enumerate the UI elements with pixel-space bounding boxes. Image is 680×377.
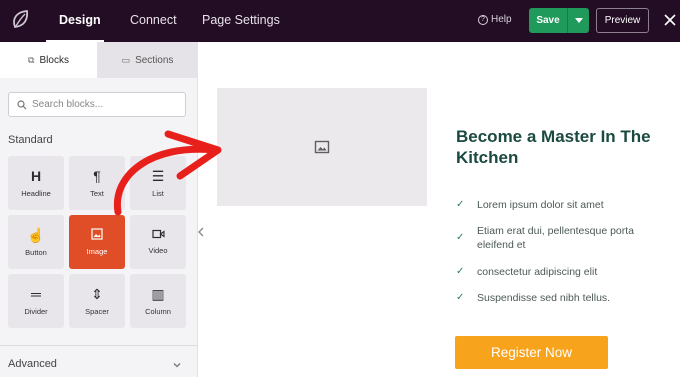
divider bbox=[0, 345, 198, 346]
sidebar-tab-sections[interactable]: ▭ Sections bbox=[97, 42, 198, 78]
check-icon: ✓ bbox=[456, 232, 465, 243]
chevron-down-icon[interactable] bbox=[172, 360, 182, 370]
block-label: Divider bbox=[24, 307, 48, 316]
tab-page-settings[interactable]: Page Settings bbox=[202, 13, 280, 27]
sidebar: ⧉ Blocks ▭ Sections Standard H Headline … bbox=[0, 42, 198, 377]
divider-icon: ═ bbox=[31, 286, 41, 302]
sections-icon: ▭ bbox=[121, 54, 131, 65]
list-item-text: Etiam erat dui, pellentesque porta eleif… bbox=[477, 225, 635, 251]
block-label: Column bbox=[145, 307, 171, 316]
paragraph-icon: ¶ bbox=[93, 168, 101, 184]
block-image[interactable]: Image bbox=[69, 215, 125, 269]
list-item: ✓ Lorem ipsum dolor sit amet bbox=[456, 198, 604, 212]
block-label: List bbox=[152, 189, 164, 198]
headline-icon: H bbox=[30, 168, 42, 184]
block-list[interactable]: ☰ List bbox=[130, 156, 186, 210]
save-button[interactable]: Save bbox=[529, 15, 567, 26]
register-now-button[interactable]: Register Now bbox=[455, 336, 608, 369]
help-label: Help bbox=[491, 14, 512, 25]
help-icon: ? bbox=[478, 14, 488, 25]
video-camera-icon bbox=[151, 229, 165, 239]
image-icon bbox=[91, 228, 103, 240]
sidebar-tab-label: Sections bbox=[135, 54, 174, 66]
blocks-icon: ⧉ bbox=[28, 54, 35, 65]
save-button-group: Save bbox=[529, 8, 589, 33]
advanced-heading[interactable]: Advanced bbox=[8, 358, 57, 370]
spacer-icon: ⇕ bbox=[91, 286, 103, 302]
standard-heading: Standard bbox=[8, 134, 53, 146]
list-item: ✓ consectetur adipiscing elit bbox=[456, 265, 597, 279]
check-icon: ✓ bbox=[456, 266, 465, 277]
block-label: Video bbox=[148, 246, 168, 255]
list-item-text: Lorem ipsum dolor sit amet bbox=[477, 199, 604, 211]
block-label: Image bbox=[86, 247, 108, 256]
image-placeholder[interactable] bbox=[217, 88, 427, 206]
pointer-icon: ☝ bbox=[27, 227, 45, 243]
check-icon: ✓ bbox=[456, 199, 465, 210]
caret-down-icon bbox=[574, 18, 583, 23]
block-label: Headline bbox=[21, 189, 51, 198]
search-input[interactable] bbox=[32, 99, 182, 110]
block-spacer[interactable]: ⇕ Spacer bbox=[69, 274, 125, 328]
block-headline[interactable]: H Headline bbox=[8, 156, 64, 210]
list-icon: ☰ bbox=[151, 168, 165, 184]
list-item-text: Suspendisse sed nibh tellus. bbox=[477, 292, 611, 304]
block-column[interactable]: ▥ Column bbox=[130, 274, 186, 328]
list-item: ✓ Suspendisse sed nibh tellus. bbox=[456, 291, 610, 305]
tab-design[interactable]: Design bbox=[59, 13, 101, 27]
column-icon: ▥ bbox=[151, 286, 165, 302]
image-icon bbox=[314, 140, 330, 154]
seedprod-logo-icon[interactable] bbox=[8, 7, 34, 33]
block-label: Text bbox=[90, 189, 104, 198]
sidebar-tab-label: Blocks bbox=[39, 54, 69, 66]
list-item-text: consectetur adipiscing elit bbox=[477, 266, 598, 278]
block-label: Spacer bbox=[85, 307, 109, 316]
block-text[interactable]: ¶ Text bbox=[69, 156, 125, 210]
sidebar-tab-blocks[interactable]: ⧉ Blocks bbox=[0, 42, 97, 78]
top-bar: Design Connect Page Settings ? Help Save… bbox=[0, 0, 680, 42]
block-video[interactable]: Video bbox=[130, 215, 186, 269]
search-box bbox=[8, 92, 186, 117]
block-button[interactable]: ☝ Button bbox=[8, 215, 64, 269]
check-icon: ✓ bbox=[456, 292, 465, 303]
help-link[interactable]: ? Help bbox=[478, 14, 512, 25]
list-item: ✓ Etiam erat dui, pellentesque porta ele… bbox=[456, 224, 657, 252]
preview-button[interactable]: Preview bbox=[596, 8, 649, 33]
search-icon bbox=[17, 99, 27, 109]
tab-connect[interactable]: Connect bbox=[130, 13, 177, 27]
block-divider[interactable]: ═ Divider bbox=[8, 274, 64, 328]
close-icon[interactable] bbox=[664, 10, 676, 30]
block-label: Button bbox=[25, 248, 47, 257]
save-options-dropdown[interactable] bbox=[568, 18, 589, 23]
collapse-sidebar-chevron-icon[interactable] bbox=[196, 222, 206, 242]
page-headline[interactable]: Become a Master In The Kitchen bbox=[456, 126, 671, 168]
